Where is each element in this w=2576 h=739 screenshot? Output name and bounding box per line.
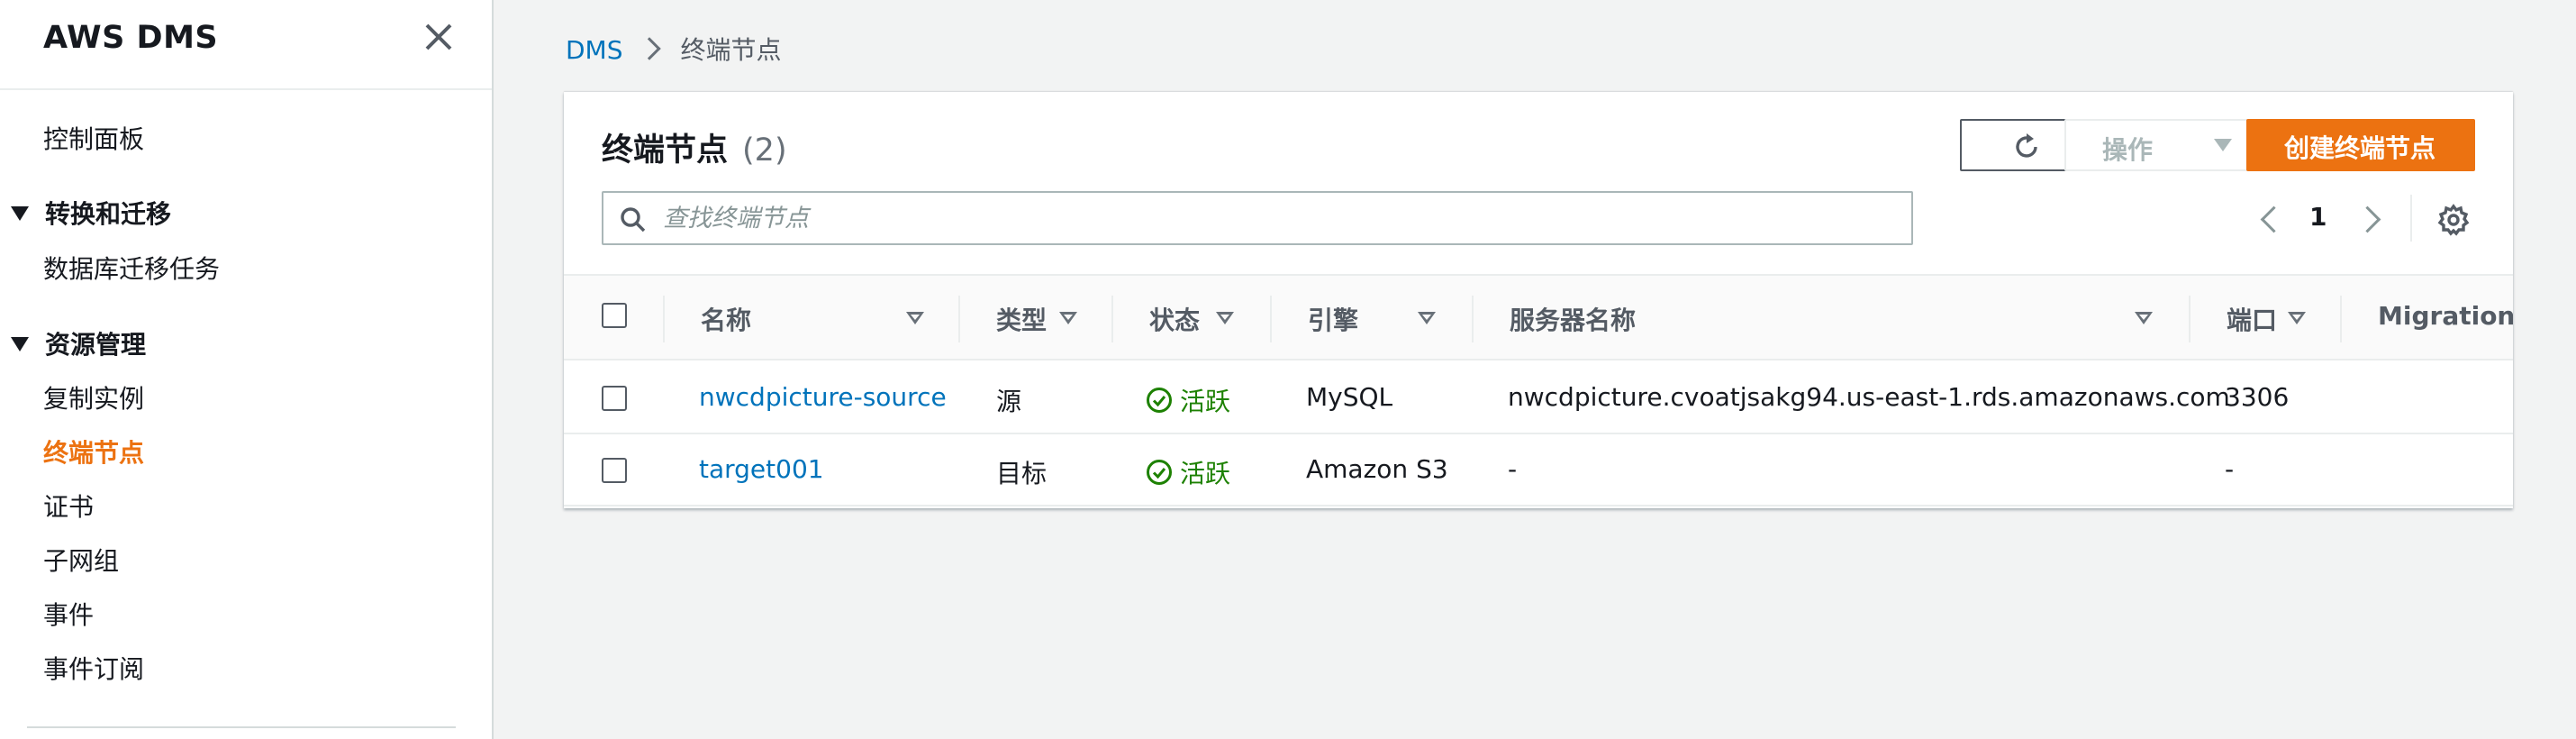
breadcrumb-dms-link[interactable]: DMS bbox=[566, 35, 623, 65]
column-header-migration[interactable]: Migration H bbox=[2378, 301, 2513, 331]
gear-icon[interactable] bbox=[2437, 204, 2470, 236]
column-header-name[interactable]: 名称 bbox=[701, 301, 751, 337]
actions-dropdown-button[interactable]: 操作 bbox=[2064, 119, 2270, 171]
sidebar-title: AWS DMS bbox=[43, 20, 219, 56]
endpoint-engine: Amazon S3 bbox=[1306, 454, 1448, 484]
column-header-status[interactable]: 状态 bbox=[1149, 301, 1200, 337]
column-header-type[interactable]: 类型 bbox=[996, 301, 1047, 337]
column-divider bbox=[1270, 296, 1272, 342]
column-header-server-name[interactable]: 服务器名称 bbox=[1510, 301, 1636, 337]
sidebar-item-dashboard[interactable]: 控制面板 bbox=[43, 120, 144, 156]
status-badge: 活跃 bbox=[1146, 382, 1230, 418]
endpoint-port: 3306 bbox=[2225, 382, 2290, 412]
sidebar-item-event-subscriptions[interactable]: 事件订阅 bbox=[43, 650, 144, 686]
sidebar-header: AWS DMS bbox=[0, 0, 492, 90]
sidebar: AWS DMS 控制面板 转换和迁移 数据库迁移任务 资源管理 复制实例 终端节… bbox=[0, 0, 494, 739]
breadcrumb: DMS 终端节点 bbox=[566, 31, 782, 67]
column-header-port[interactable]: 端口 bbox=[2227, 301, 2277, 337]
sidebar-item-db-migration-tasks[interactable]: 数据库迁移任务 bbox=[43, 250, 220, 286]
sort-icon[interactable] bbox=[1059, 312, 1077, 324]
breadcrumb-current: 终端节点 bbox=[680, 35, 782, 65]
sidebar-group-migrate[interactable]: 转换和迁移 bbox=[11, 195, 171, 231]
status-text: 活跃 bbox=[1180, 459, 1231, 488]
search-box bbox=[602, 191, 1913, 245]
caret-down-icon bbox=[2214, 139, 2232, 151]
pager-divider bbox=[2410, 195, 2412, 242]
actions-label: 操作 bbox=[2102, 135, 2154, 165]
sidebar-group-label: 转换和迁移 bbox=[45, 199, 172, 229]
sidebar-group-resources[interactable]: 资源管理 bbox=[11, 325, 146, 361]
endpoint-count: (2) bbox=[742, 132, 787, 169]
status-badge: 活跃 bbox=[1146, 454, 1230, 490]
current-page-number[interactable]: 1 bbox=[2309, 202, 2327, 232]
chevron-right-icon bbox=[637, 37, 661, 60]
endpoints-panel: 终端节点(2) 操作 创建终端节点 1 名称 类 bbox=[564, 92, 2513, 508]
previous-page-button[interactable] bbox=[2257, 204, 2282, 236]
status-text: 活跃 bbox=[1180, 387, 1231, 416]
sort-icon[interactable] bbox=[1216, 312, 1234, 324]
column-header-engine[interactable]: 引擎 bbox=[1308, 301, 1358, 337]
column-divider bbox=[958, 296, 960, 342]
check-circle-icon bbox=[1147, 388, 1172, 413]
next-page-button[interactable] bbox=[2356, 204, 2381, 236]
table-row[interactable]: nwcdpicture-source 源 活跃 MySQL nwcdpictur… bbox=[564, 362, 2513, 434]
sidebar-item-subnet-groups[interactable]: 子网组 bbox=[43, 542, 119, 578]
refresh-icon bbox=[2016, 133, 2037, 158]
endpoint-name-link[interactable]: target001 bbox=[699, 454, 824, 484]
sidebar-item-events[interactable]: 事件 bbox=[43, 596, 94, 632]
endpoint-server-name: - bbox=[1508, 454, 1518, 484]
column-divider bbox=[1472, 296, 1474, 342]
endpoint-engine: MySQL bbox=[1306, 382, 1393, 412]
search-icon bbox=[621, 207, 646, 233]
endpoint-type: 目标 bbox=[996, 459, 1048, 488]
column-divider bbox=[1111, 296, 1113, 342]
sidebar-item-replication-instances[interactable]: 复制实例 bbox=[43, 379, 144, 415]
table-row[interactable]: target001 目标 活跃 Amazon S3 - - bbox=[564, 434, 2513, 506]
panel-title: 终端节点 (2) bbox=[602, 124, 787, 170]
panel-title-text: 终端节点 bbox=[602, 132, 729, 169]
endpoint-server-name: nwcdpicture.cvoatjsakg94.us-east-1.rds.a… bbox=[1508, 382, 2230, 412]
sort-icon[interactable] bbox=[2135, 312, 2153, 324]
search-input[interactable] bbox=[663, 198, 1897, 238]
sort-icon[interactable] bbox=[1418, 312, 1436, 324]
sidebar-divider bbox=[27, 726, 456, 728]
create-endpoint-label: 创建终端节点 bbox=[2284, 133, 2436, 163]
select-all-checkbox[interactable] bbox=[602, 303, 627, 328]
sort-icon[interactable] bbox=[906, 312, 924, 324]
column-divider bbox=[663, 296, 665, 342]
sidebar-group-label: 资源管理 bbox=[45, 330, 147, 360]
row-checkbox[interactable] bbox=[602, 458, 627, 483]
sort-icon[interactable] bbox=[2288, 312, 2306, 324]
endpoint-port: - bbox=[2225, 454, 2235, 484]
endpoint-type: 源 bbox=[996, 387, 1022, 416]
endpoint-name-link[interactable]: nwcdpicture-source bbox=[699, 382, 947, 412]
table-header: 名称 类型 状态 引擎 服务器名称 端口 Migration H bbox=[564, 274, 2513, 360]
check-circle-icon bbox=[1147, 460, 1172, 485]
column-divider bbox=[2189, 296, 2191, 342]
create-endpoint-button[interactable]: 创建终端节点 bbox=[2246, 119, 2475, 171]
sidebar-item-certificates[interactable]: 证书 bbox=[43, 488, 94, 524]
caret-down-icon bbox=[11, 337, 29, 351]
close-icon[interactable] bbox=[420, 18, 458, 56]
caret-down-icon bbox=[11, 206, 29, 221]
row-checkbox[interactable] bbox=[602, 386, 627, 411]
sidebar-item-endpoints[interactable]: 终端节点 bbox=[43, 433, 144, 470]
column-divider bbox=[2340, 296, 2342, 342]
